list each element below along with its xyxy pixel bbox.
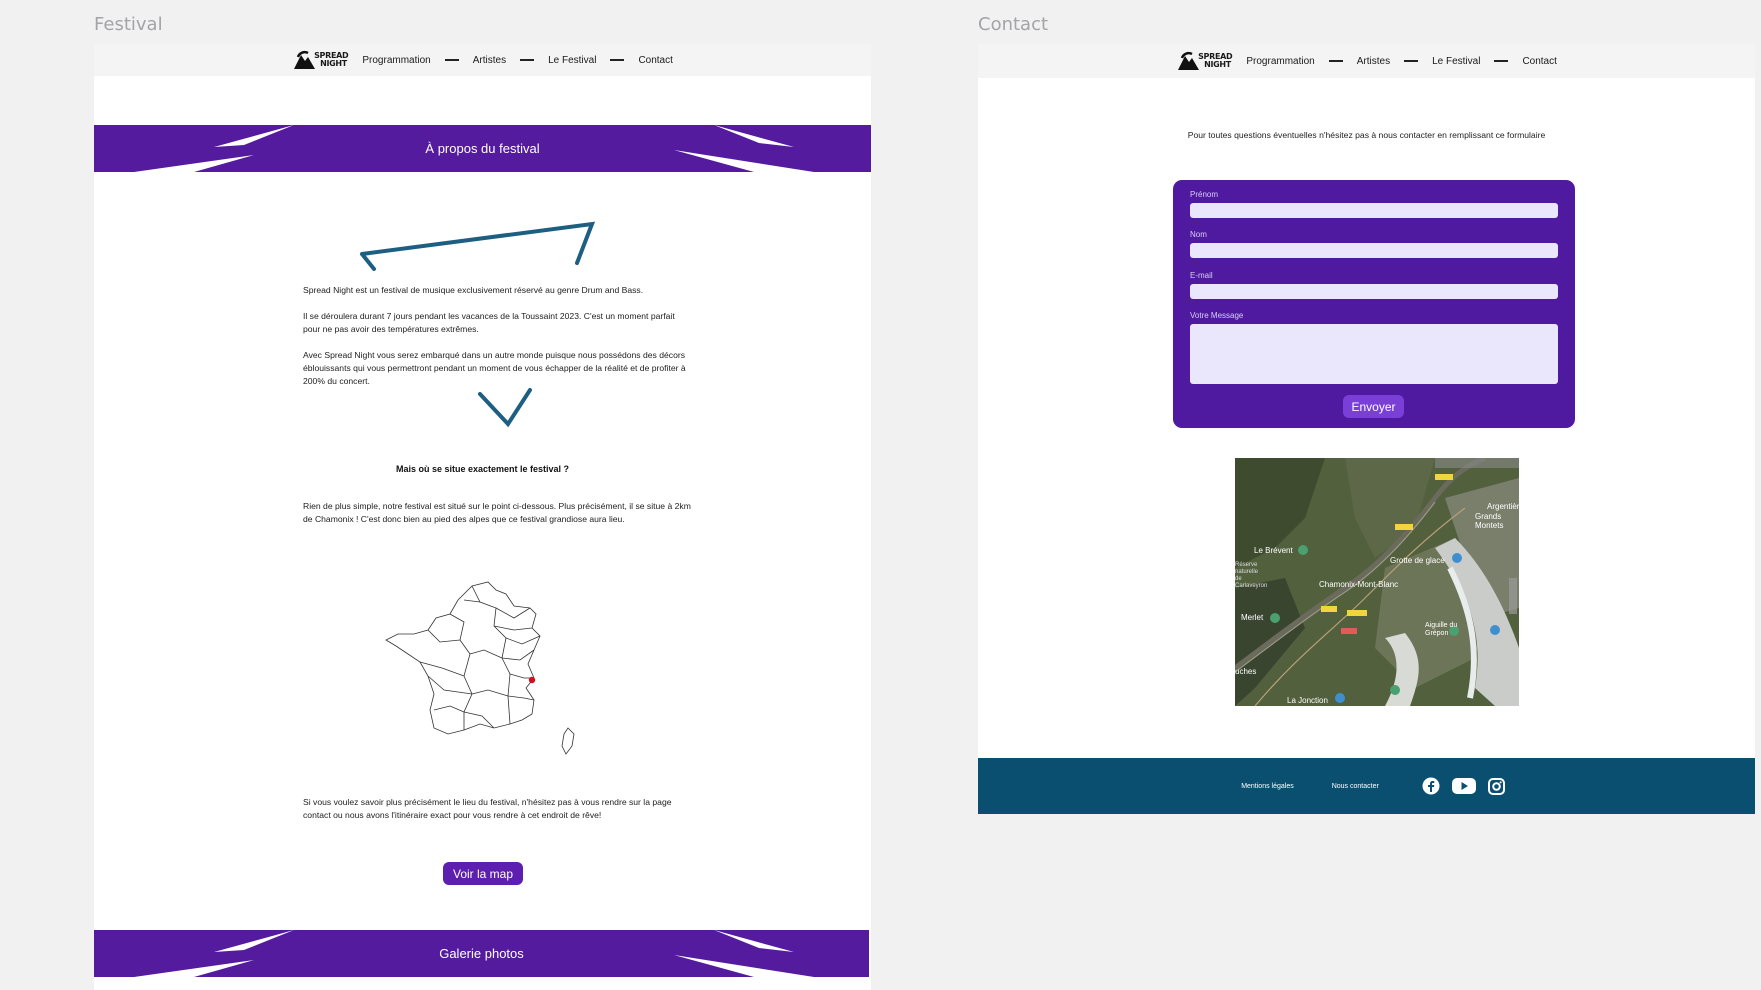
logo-text-night: NIGHT: [1204, 60, 1231, 69]
festival-frame-label: Festival: [94, 14, 163, 35]
firstname-input[interactable]: [1190, 203, 1558, 218]
about-paragraph-1: Spread Night est un festival de musique …: [303, 285, 644, 295]
about-paragraph-2: Il se déroulera durant 7 jours pendant l…: [303, 311, 675, 334]
nav-separator: [1328, 60, 1343, 62]
location-heading: Mais où se situe exactement le festival …: [395, 464, 570, 474]
logo-text-night: NIGHT: [320, 59, 347, 68]
gallery-banner: Galerie photos: [94, 930, 869, 977]
site-logo[interactable]: SPREAD NIGHT: [292, 49, 349, 71]
map-label-chamonix: Chamonix-Mont-Blanc: [1319, 580, 1399, 589]
nav-separator: [610, 59, 625, 61]
social-links: [1416, 777, 1511, 795]
message-textarea[interactable]: [1190, 324, 1558, 384]
contact-invite-text: Si vous voulez savoir plus précisément l…: [303, 797, 672, 820]
nav-programmation[interactable]: Programmation: [362, 55, 430, 66]
email-label: E-mail: [1190, 271, 1213, 280]
map-label-merlet: Merlet: [1241, 613, 1264, 622]
nav-separator: [444, 59, 459, 61]
submit-button[interactable]: Envoyer: [1343, 395, 1404, 418]
logo-mountain-icon: [294, 50, 316, 69]
about-paragraph-3: Avec Spread Night vous serez embarqué da…: [303, 350, 686, 386]
nav-separator: [1404, 60, 1419, 62]
festival-nav: SPREAD NIGHT Programmation Artistes Le F…: [94, 44, 871, 76]
map-label-grands-montets: Grands Montets: [1475, 512, 1504, 530]
lastname-input[interactable]: [1190, 243, 1558, 258]
map-label-argentiere: Argentière: [1487, 502, 1519, 511]
view-map-button[interactable]: Voir la map: [443, 862, 523, 885]
lastname-label: Nom: [1190, 230, 1207, 239]
map-label-houches: uches: [1235, 667, 1257, 676]
instagram-icon[interactable]: [1487, 777, 1505, 795]
footer-legal-link[interactable]: Mentions légales: [1241, 783, 1294, 790]
nav-separator: [520, 59, 535, 61]
email-input[interactable]: [1190, 284, 1558, 299]
nav-le-festival[interactable]: Le Festival: [548, 55, 596, 66]
contact-nav: SPREAD NIGHT Programmation Artistes Le F…: [978, 44, 1755, 78]
map-label-aiguille: Aiguille du Grépon: [1425, 622, 1458, 637]
decorative-line-top: [360, 221, 596, 271]
map-label-jonction: La Jonction: [1287, 696, 1328, 705]
nav-contact[interactable]: Contact: [1522, 56, 1556, 67]
gallery-banner-title: Galerie photos: [439, 946, 524, 961]
nav-separator: [1494, 60, 1509, 62]
decorative-checkmark: [478, 388, 532, 428]
festival-page: SPREAD NIGHT Programmation Artistes Le F…: [94, 44, 871, 990]
france-map: [385, 581, 575, 755]
nav-artistes[interactable]: Artistes: [473, 55, 506, 66]
nav-artistes[interactable]: Artistes: [1357, 56, 1390, 67]
map-label-grotte: Grotte de glace: [1390, 556, 1445, 565]
footer-contact-link[interactable]: Nous contacter: [1332, 783, 1379, 790]
contact-frame-label: Contact: [978, 14, 1049, 35]
site-logo[interactable]: SPREAD NIGHT: [1176, 50, 1233, 72]
message-label: Votre Message: [1190, 311, 1244, 320]
nav-programmation[interactable]: Programmation: [1246, 56, 1314, 67]
firstname-label: Prénom: [1190, 190, 1219, 199]
contact-intro-text: Pour toutes questions éventuelles n'hési…: [1187, 130, 1546, 140]
about-banner-title: À propos du festival: [425, 141, 540, 156]
map-label-brevent: Le Brévent: [1254, 546, 1293, 555]
nav-le-festival[interactable]: Le Festival: [1432, 56, 1480, 67]
about-banner: À propos du festival: [94, 125, 871, 172]
satellite-map[interactable]: Le Brévent Grotte de glace Chamonix-Mont…: [1235, 458, 1519, 706]
map-label-reserve: Réserve naturelle de Carlaveyron: [1235, 562, 1268, 589]
facebook-icon[interactable]: [1422, 777, 1440, 795]
logo-mountain-icon: [1178, 51, 1200, 70]
festival-location-marker: [528, 676, 536, 684]
nav-contact[interactable]: Contact: [638, 55, 672, 66]
contact-form: Prénom Nom E-mail Votre Message Envoyer: [1173, 180, 1575, 428]
youtube-icon[interactable]: [1451, 777, 1476, 795]
site-footer: Mentions légales Nous contacter: [978, 758, 1755, 814]
location-text: Rien de plus simple, notre festival est …: [303, 501, 691, 524]
contact-page: SPREAD NIGHT Programmation Artistes Le F…: [978, 44, 1755, 814]
